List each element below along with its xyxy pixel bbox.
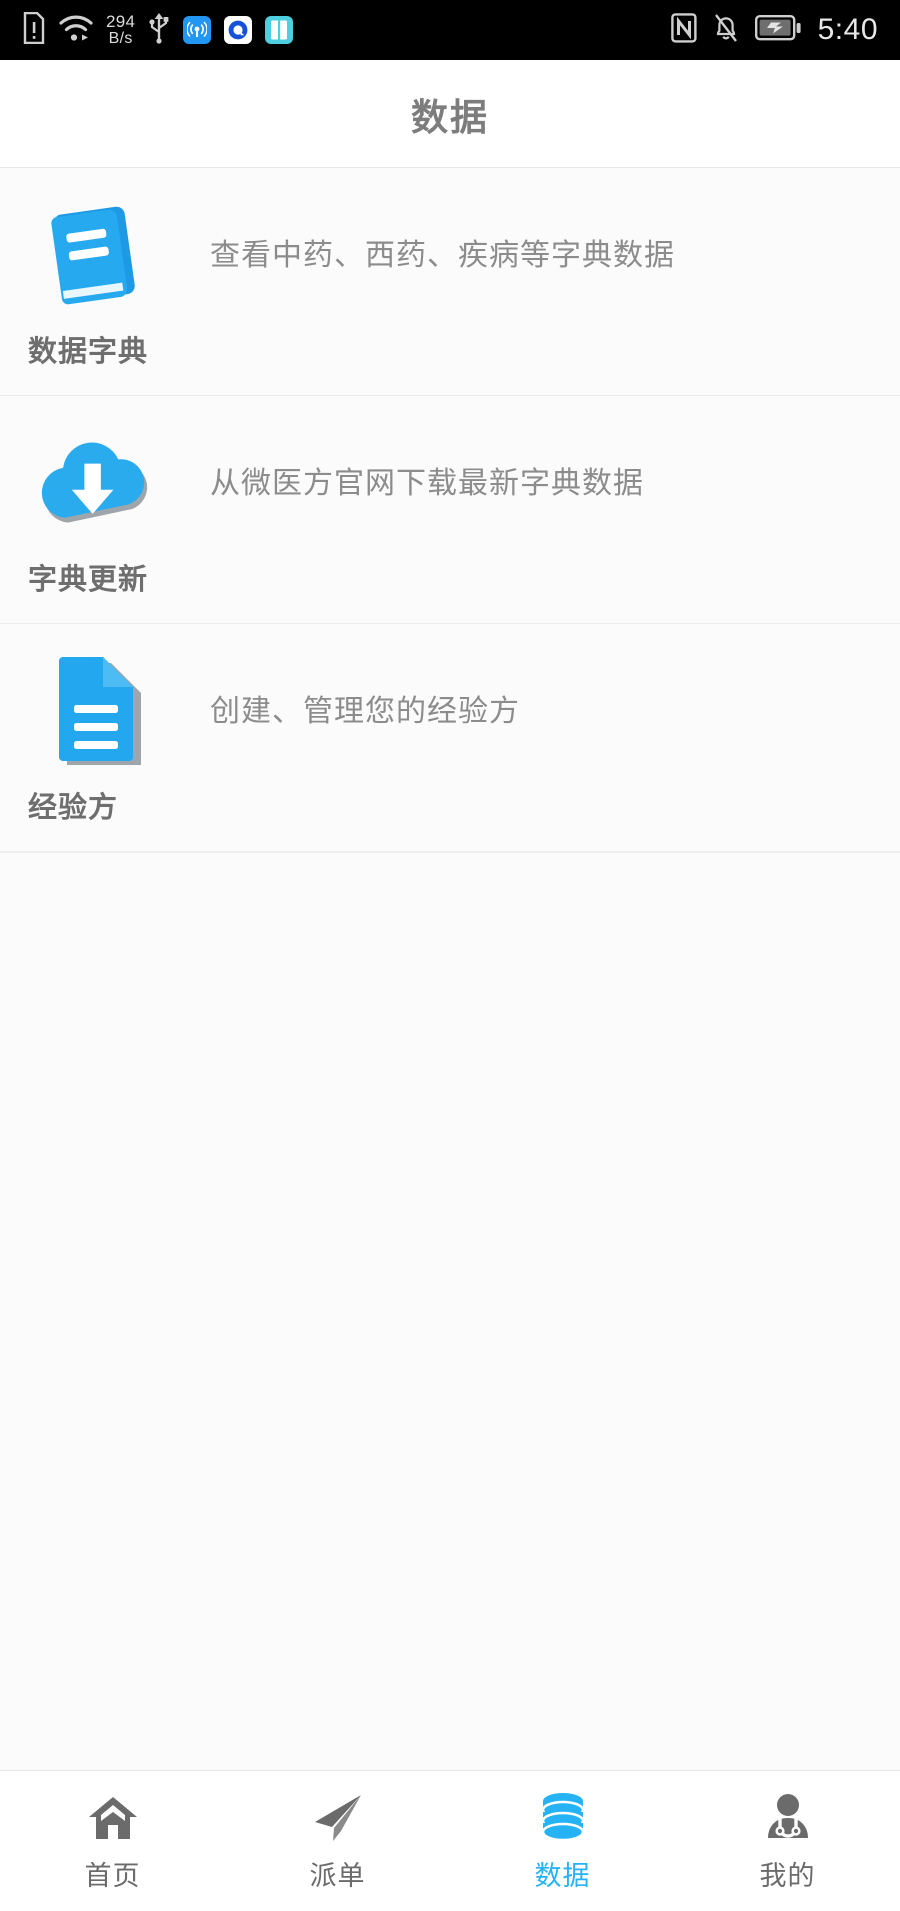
blue-circle-app-icon — [224, 16, 253, 44]
hotspot-app-icon — [183, 16, 212, 44]
document-lines-icon — [36, 650, 156, 770]
doctor-icon — [760, 1790, 816, 1846]
sim-alert-icon — [22, 11, 46, 49]
list-item-experience-prescription[interactable]: 创建、管理您的经验方 经验方 — [0, 624, 900, 852]
database-icon — [535, 1790, 591, 1846]
status-bar-left-group: 294 B/s — [22, 11, 294, 49]
tab-data[interactable]: 数据 — [450, 1771, 675, 1911]
tab-dispatch[interactable]: 派单 — [225, 1771, 450, 1911]
data-menu-list: 查看中药、西药、疾病等字典数据 数据字典 从微医方官网下载最新字典数据 字典更新 — [0, 168, 900, 852]
tab-mine[interactable]: 我的 — [675, 1771, 900, 1911]
wifi-icon — [59, 13, 93, 48]
blue-book-icon — [36, 194, 156, 314]
home-icon — [85, 1790, 141, 1846]
list-item-data-dictionary[interactable]: 查看中药、西药、疾病等字典数据 数据字典 — [0, 168, 900, 396]
cloud-download-icon — [36, 422, 156, 542]
tab-label: 我的 — [759, 1860, 816, 1891]
network-speed-unit: B/s — [108, 30, 133, 47]
empty-content-area — [0, 852, 900, 1770]
list-item-label: 数据字典 — [28, 336, 149, 368]
page-title: 数据 — [411, 96, 489, 138]
list-item-dictionary-update[interactable]: 从微医方官网下载最新字典数据 字典更新 — [0, 396, 900, 624]
status-bar-right-group: 5:40 — [670, 12, 878, 49]
status-bar-clock: 5:40 — [817, 13, 878, 46]
battery-charging-icon — [754, 14, 801, 46]
list-item-description: 从微医方官网下载最新字典数据 — [210, 467, 644, 500]
tab-home[interactable]: 首页 — [0, 1771, 225, 1911]
tab-label: 数据 — [534, 1860, 591, 1891]
bottom-tab-bar: 首页 派单 数据 我的 — [0, 1770, 900, 1911]
tab-label: 首页 — [84, 1860, 141, 1891]
status-bar: 294 B/s 5:40 — [0, 0, 900, 60]
phone-screen: 294 B/s 5:40 数据 查看中药、西药、疾病等字典数据 数据字典 从微医… — [0, 0, 900, 1911]
list-item-label: 字典更新 — [28, 564, 149, 596]
usb-icon — [148, 12, 170, 49]
list-item-description: 创建、管理您的经验方 — [210, 695, 520, 728]
network-speed-value: 294 — [106, 12, 136, 31]
book-app-icon — [265, 16, 294, 44]
page-header: 数据 — [0, 60, 900, 168]
silent-bell-icon — [712, 12, 740, 49]
tab-label: 派单 — [309, 1860, 366, 1891]
nfc-icon — [670, 12, 697, 48]
list-item-label: 经验方 — [28, 792, 119, 824]
paper-plane-icon — [310, 1790, 366, 1846]
list-item-description: 查看中药、西药、疾病等字典数据 — [210, 239, 675, 272]
network-speed-indicator: 294 B/s — [106, 13, 135, 47]
